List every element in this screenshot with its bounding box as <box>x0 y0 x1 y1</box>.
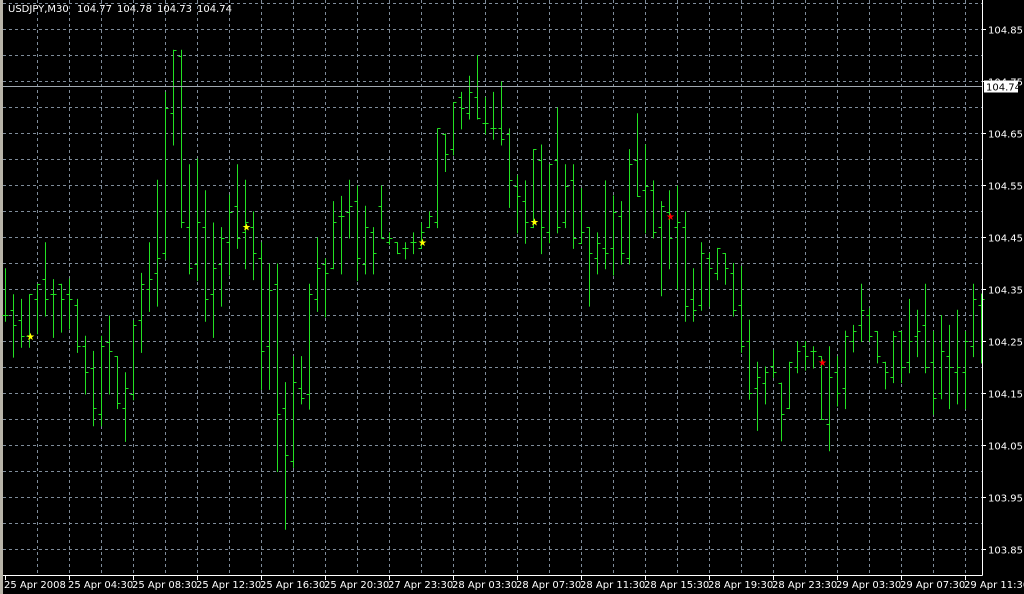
bid-price-text: 104.74 <box>986 83 1021 94</box>
time-label: 28 Apr 03:30 <box>452 580 517 591</box>
bid-price-label: 104.74 <box>984 80 1021 94</box>
time-label: 25 Apr 08:30 <box>132 580 197 591</box>
star-marker-icon: ★ <box>818 358 827 369</box>
price-label: 104.35 <box>988 286 1023 297</box>
star-marker-icon: ★ <box>418 238 427 249</box>
time-label: 25 Apr 12:30 <box>196 580 261 591</box>
high-value: 104.78 <box>116 4 152 15</box>
price-label: 104.85 <box>988 26 1023 37</box>
star-marker-icon: ★ <box>666 212 675 223</box>
time-label: 29 Apr 07:30 <box>900 580 965 591</box>
price-label: 104.45 <box>988 234 1023 245</box>
star-marker-icon: ★ <box>242 223 251 234</box>
price-label: 104.05 <box>988 442 1023 453</box>
time-label: 28 Apr 11:30 <box>580 580 645 591</box>
time-label: 28 Apr 15:30 <box>644 580 709 591</box>
chart-background <box>0 0 1024 594</box>
time-label: 25 Apr 04:30 <box>68 580 133 591</box>
time-label: 29 Apr 11:30 <box>964 580 1024 591</box>
time-label: 25 Apr 2008 <box>4 580 66 591</box>
open-value: 104.77 <box>76 4 112 15</box>
price-label: 104.25 <box>988 338 1023 349</box>
price-label: 104.65 <box>988 130 1023 141</box>
time-label: 28 Apr 07:30 <box>516 580 581 591</box>
time-label: 25 Apr 16:30 <box>260 580 325 591</box>
window-border <box>0 0 3 594</box>
time-label: 27 Apr 23:30 <box>388 580 453 591</box>
star-marker-icon: ★ <box>26 332 35 343</box>
time-label: 25 Apr 20:30 <box>324 580 389 591</box>
star-marker-icon: ★ <box>530 217 539 228</box>
chart-header: USDJPY,M30 104.77 104.78 104.73 104.74 <box>8 4 237 15</box>
price-chart[interactable]: ★★★★★★ 104.85104.75104.65104.55104.45104… <box>0 0 1024 594</box>
close-value: 104.74 <box>196 4 232 15</box>
symbol-label: USDJPY,M30 <box>8 4 69 15</box>
time-label: 28 Apr 23:30 <box>772 580 837 591</box>
time-label: 28 Apr 19:30 <box>708 580 773 591</box>
price-label: 104.15 <box>988 390 1023 401</box>
price-label: 104.55 <box>988 182 1023 193</box>
price-label: 103.95 <box>988 494 1023 505</box>
price-label: 103.85 <box>988 546 1023 557</box>
low-value: 104.73 <box>156 4 192 15</box>
time-label: 29 Apr 03:30 <box>836 580 901 591</box>
